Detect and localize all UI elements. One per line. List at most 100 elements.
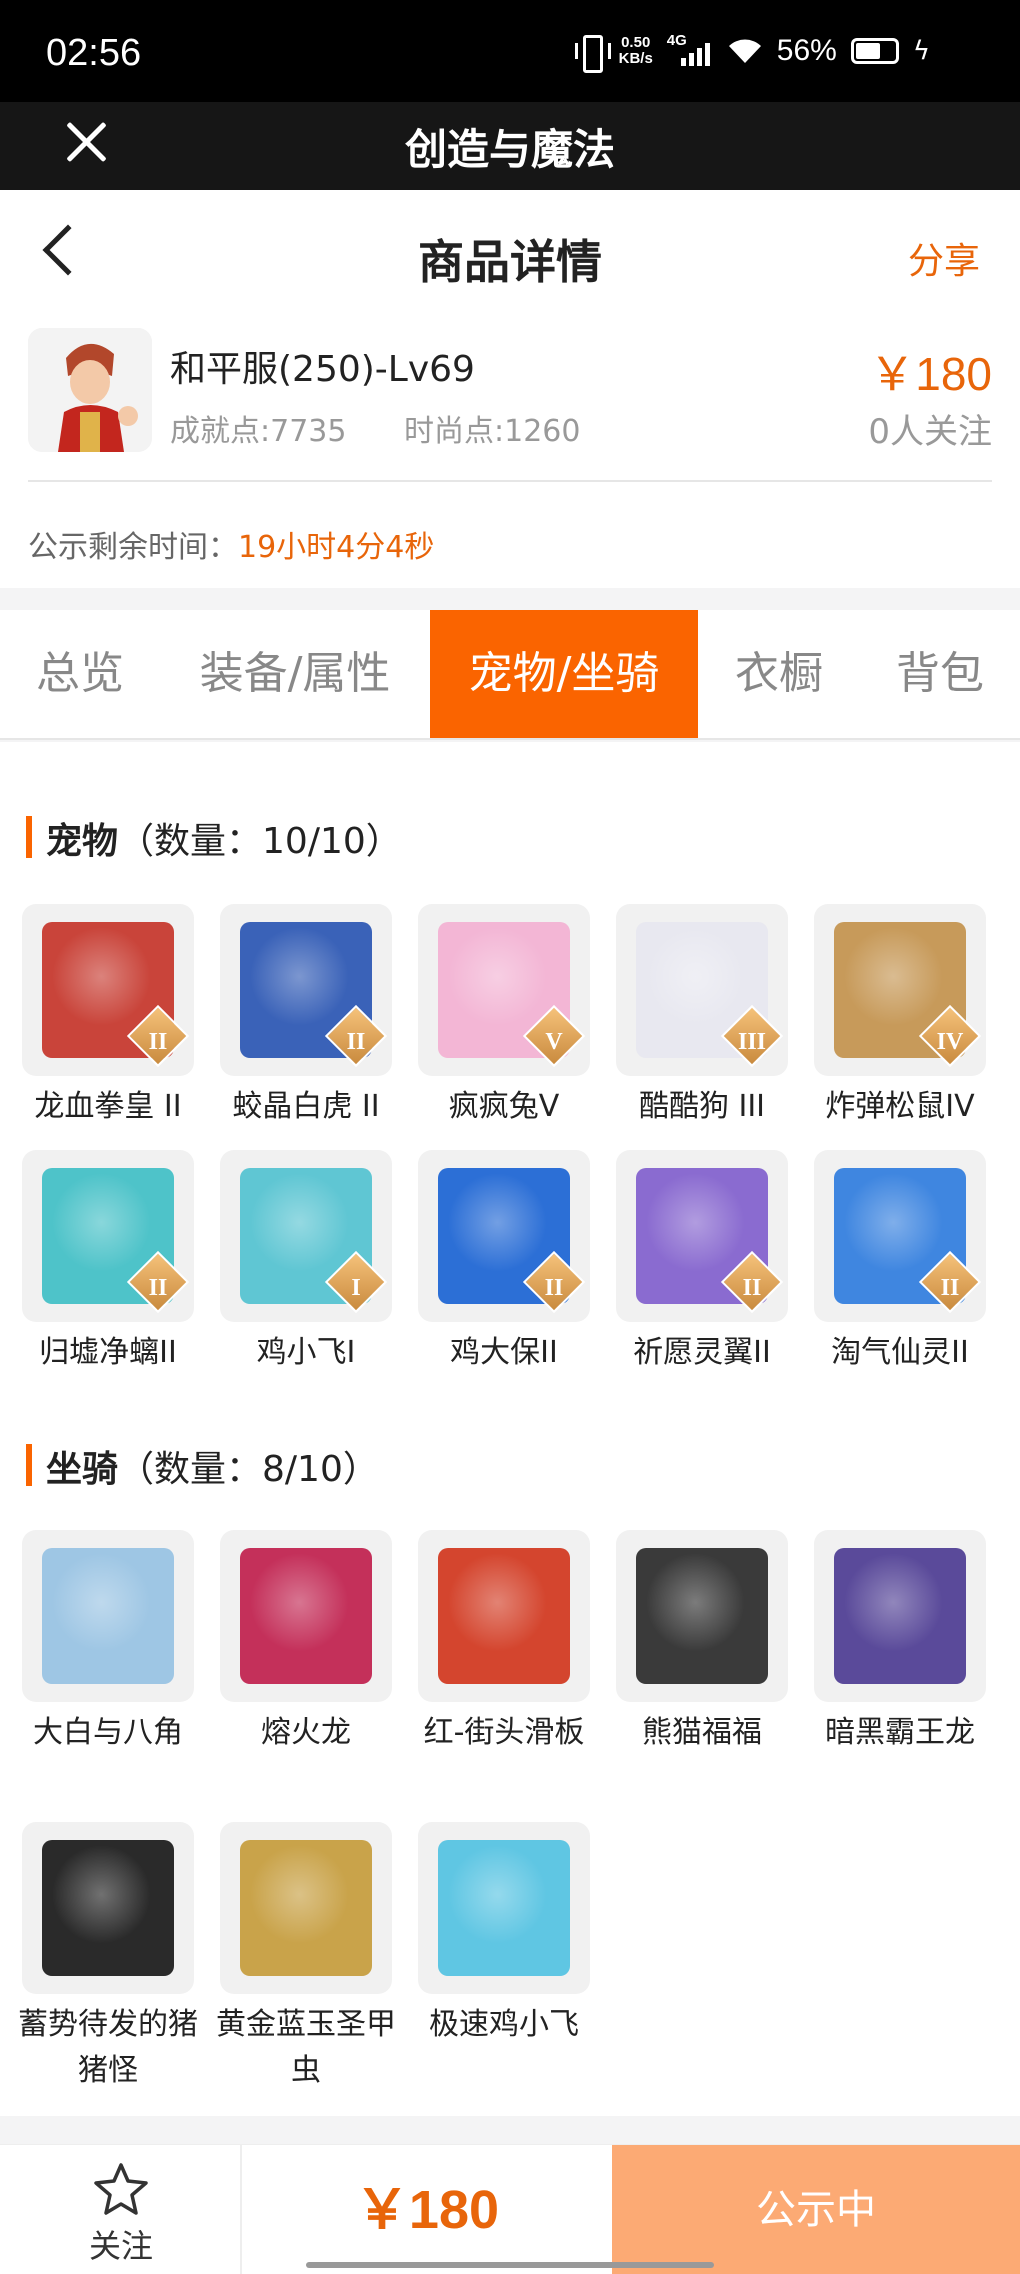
item-artwork — [42, 1548, 174, 1684]
item-name: 炸弹松鼠IV — [825, 1089, 975, 1124]
pets-section-title: 宠物（数量：10/10） — [26, 812, 402, 864]
rank-label: II — [544, 1275, 564, 1301]
battery-percent: 56% — [776, 34, 837, 67]
rank-label: II — [940, 1275, 960, 1301]
pet-item[interactable]: II 归墟净螭II — [18, 1150, 198, 1376]
product-price: ￥180 — [869, 348, 992, 400]
nav-bar: 商品详情 分享 — [0, 190, 1020, 316]
mount-item[interactable]: 极速鸡小飞 — [414, 1822, 594, 2048]
item-thumbnail: II — [220, 904, 392, 1076]
item-thumbnail: II — [616, 1150, 788, 1322]
achievement-points: 成就点:7735 — [170, 414, 347, 449]
wifi-icon — [728, 39, 761, 63]
follow-button[interactable]: 关注 — [0, 2145, 242, 2274]
item-thumbnail: V — [418, 904, 590, 1076]
tab-backpack[interactable]: 背包 — [860, 610, 1020, 738]
item-name: 鸡小飞I — [256, 1335, 356, 1370]
rank-label: V — [545, 1029, 563, 1055]
item-thumbnail: II — [22, 904, 194, 1076]
rank-label: II — [148, 1029, 168, 1055]
tab-overview[interactable]: 总览 — [0, 610, 160, 738]
status-button[interactable]: 公示中 — [612, 2145, 1020, 2274]
item-name: 暗黑霸王龙 — [825, 1715, 975, 1750]
fashion-points: 时尚点:1260 — [404, 414, 581, 449]
mount-item[interactable]: 大白与八角 — [18, 1530, 198, 1756]
tab-equipment[interactable]: 装备/属性 — [160, 610, 430, 738]
item-name: 淘气仙灵II — [831, 1335, 969, 1370]
item-artwork — [42, 1840, 174, 1976]
share-button[interactable]: 分享 — [908, 232, 980, 284]
pet-item[interactable]: IV 炸弹松鼠IV — [810, 904, 990, 1130]
item-name: 大白与八角 — [33, 1715, 183, 1750]
item-thumbnail — [616, 1530, 788, 1702]
item-thumbnail — [418, 1822, 590, 1994]
mount-item[interactable]: 熔火龙 — [216, 1530, 396, 1756]
item-thumbnail — [418, 1530, 590, 1702]
item-name: 归墟净螭II — [39, 1335, 177, 1370]
item-artwork — [834, 1548, 966, 1684]
tab-pets-mounts[interactable]: 宠物/坐骑 — [430, 610, 698, 738]
item-name: 鸡大保II — [450, 1335, 558, 1370]
character-avatar — [28, 328, 152, 452]
product-info: 和平服(250)-Lv69 成就点:7735 时尚点:1260 ￥180 0人关… — [0, 316, 1020, 588]
product-name: 和平服(250)-Lv69 — [170, 349, 475, 390]
item-thumbnail — [220, 1822, 392, 1994]
app-title: 创造与魔法 — [404, 125, 615, 174]
tab-wardrobe[interactable]: 衣橱 — [698, 610, 860, 738]
signal-icon: 4G — [667, 32, 713, 66]
mount-item[interactable]: 熊猫福福 — [612, 1530, 792, 1756]
rank-label: III — [737, 1029, 767, 1055]
app-header: 创造与魔法 — [0, 102, 1020, 190]
item-artwork — [240, 1548, 372, 1684]
item-name: 蛟晶白虎 II — [232, 1089, 380, 1124]
item-name: 祈愿灵翼II — [633, 1335, 771, 1370]
follow-label: 关注 — [88, 2227, 153, 2265]
status-bar: 02:56 0.50 KB/s 4G 56% ϟ — [0, 0, 1020, 102]
star-icon — [94, 2163, 148, 2215]
divider — [28, 480, 992, 482]
bottom-price: ￥180 — [354, 2180, 500, 2240]
item-name: 疯疯兔V — [448, 1089, 560, 1124]
item-name: 极速鸡小飞 — [429, 2007, 579, 2042]
item-thumbnail: II — [22, 1150, 194, 1322]
rank-label: II — [742, 1275, 762, 1301]
tab-bar: 总览 装备/属性 宠物/坐骑 衣橱 背包 — [0, 610, 1020, 740]
item-artwork — [438, 1840, 570, 1976]
item-name: 红-街头滑板 — [423, 1715, 585, 1750]
item-name: 蓄势待发的猪猪怪 — [18, 2007, 198, 2088]
status-icons: 0.50 KB/s 4G 56% ϟ — [574, 32, 930, 73]
pet-item[interactable]: I 鸡小飞I — [216, 1150, 396, 1376]
home-indicator[interactable] — [306, 2262, 714, 2268]
item-thumbnail — [22, 1530, 194, 1702]
item-name: 龙血拳皇 II — [34, 1089, 182, 1124]
rank-label: I — [351, 1275, 361, 1301]
page-title: 商品详情 — [418, 235, 602, 289]
item-name: 酷酷狗 III — [638, 1089, 766, 1124]
mounts-section-title: 坐骑（数量：8/10） — [26, 1440, 379, 1492]
bottom-bar: 关注 ￥180 公示中 — [0, 2144, 1020, 2274]
pet-item[interactable]: II 蛟晶白虎 II — [216, 904, 396, 1130]
mount-item[interactable]: 暗黑霸王龙 — [810, 1530, 990, 1756]
pet-item[interactable]: V 疯疯兔V — [414, 904, 594, 1130]
pets-mounts-panel: 宠物（数量：10/10） II 龙血拳皇 II II 蛟晶白虎 II V 疯疯兔V III 酷… — [0, 742, 1020, 2116]
item-artwork — [438, 1548, 570, 1684]
vibrate-icon — [574, 35, 611, 73]
item-thumbnail: III — [616, 904, 788, 1076]
network-speed: 0.50 KB/s — [618, 34, 653, 67]
mount-item[interactable]: 蓄势待发的猪猪怪 — [18, 1822, 198, 2094]
rank-label: II — [148, 1275, 168, 1301]
item-artwork — [240, 1840, 372, 1976]
item-thumbnail: IV — [814, 904, 986, 1076]
item-thumbnail: I — [220, 1150, 392, 1322]
item-thumbnail — [220, 1530, 392, 1702]
pet-item[interactable]: II 龙血拳皇 II — [18, 904, 198, 1130]
mount-item[interactable]: 黄金蓝玉圣甲虫 — [216, 1822, 396, 2094]
item-name: 熊猫福福 — [642, 1715, 762, 1750]
item-thumbnail — [22, 1822, 194, 1994]
pet-item[interactable]: II 鸡大保II — [414, 1150, 594, 1376]
pet-item[interactable]: III 酷酷狗 III — [612, 904, 792, 1130]
battery-icon — [850, 38, 899, 64]
mount-item[interactable]: 红-街头滑板 — [414, 1530, 594, 1756]
pet-item[interactable]: II 祈愿灵翼II — [612, 1150, 792, 1376]
pet-item[interactable]: II 淘气仙灵II — [810, 1150, 990, 1376]
